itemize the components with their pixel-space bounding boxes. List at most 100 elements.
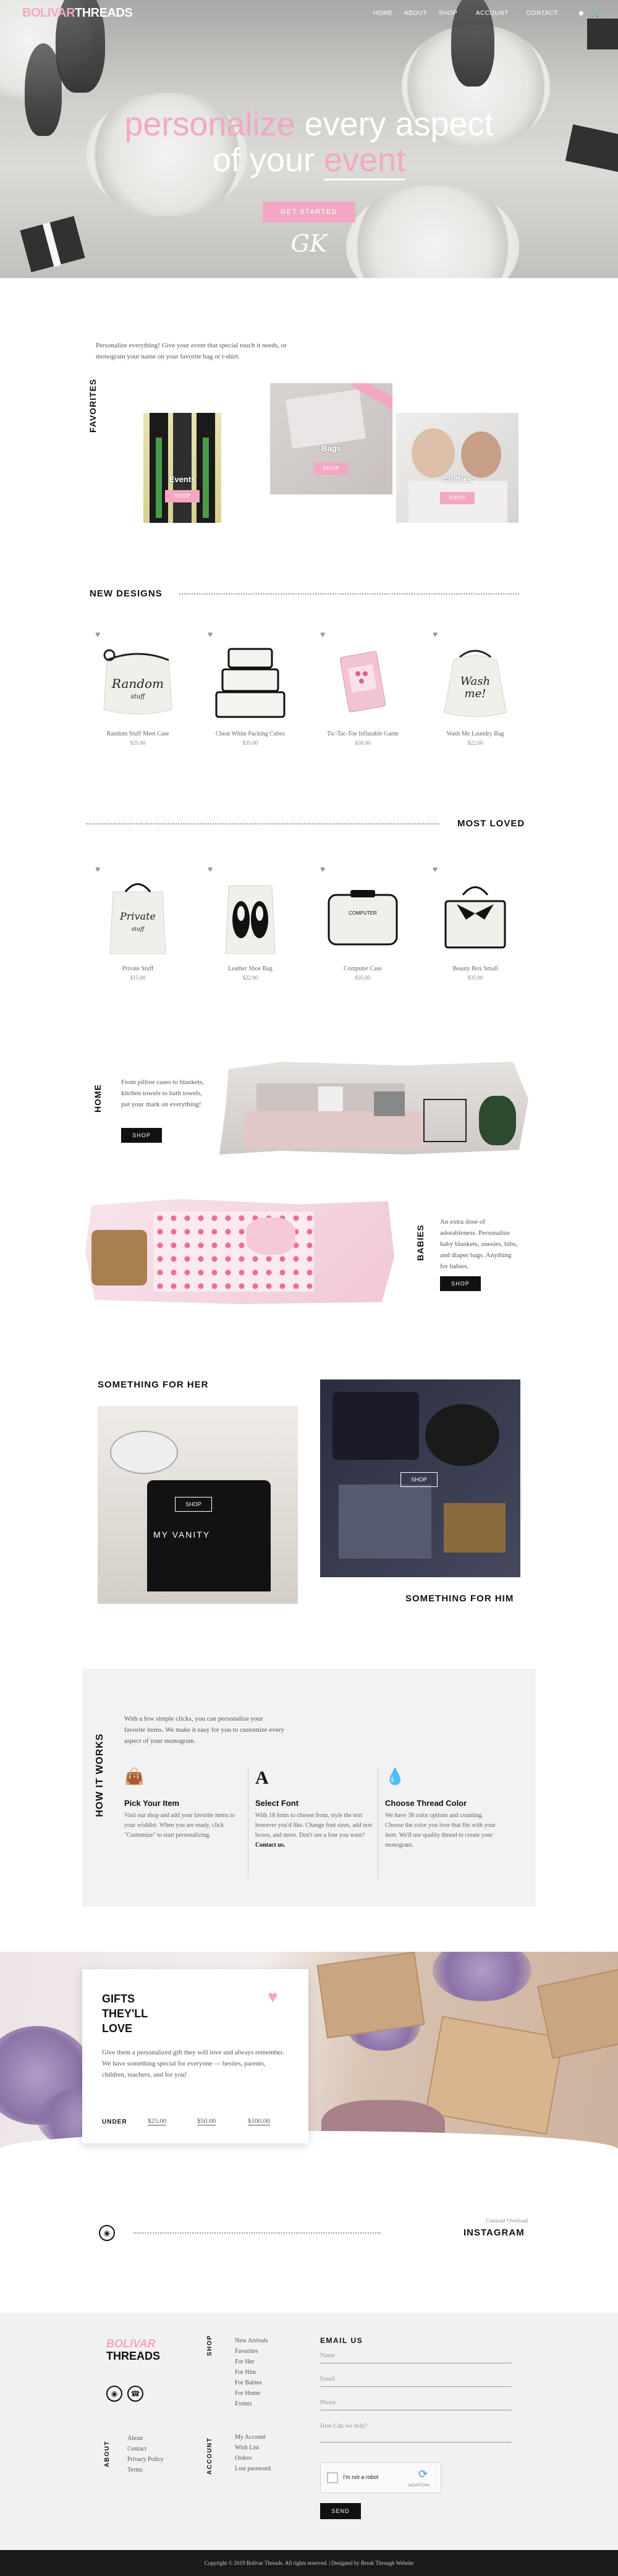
instagram-subtitle: Constant Overload (486, 2218, 528, 2224)
product-price: $25.00 (130, 740, 146, 746)
svg-text:Wash: Wash (460, 675, 491, 688)
email-heading: EMAIL US (320, 2336, 363, 2345)
clothes-shop-button[interactable]: SHOP (440, 492, 475, 504)
footer-link[interactable]: Favorites (235, 2348, 258, 2355)
copyright-bar: Copyright © 2019 Bolivar Threads. All ri… (0, 2550, 618, 2576)
step-text-body: With 18 fonts to choose from, style the … (255, 1812, 373, 1839)
product-image: Random stuff (103, 649, 172, 714)
footer-link[interactable]: Orders (235, 2455, 252, 2462)
step-text: We have 38 color options and counting. C… (385, 1812, 496, 1849)
heart-icon[interactable]: ♥ (208, 630, 213, 640)
heart-icon[interactable]: ♥ (208, 865, 213, 875)
email-field[interactable]: Email (320, 2373, 512, 2387)
footer-link[interactable]: My Account (235, 2434, 266, 2441)
him-image[interactable]: SHOP (320, 1379, 520, 1577)
nav-contact[interactable]: CONTACT (527, 10, 558, 17)
favorites-intro: Personalize everything! Give your event … (96, 342, 287, 360)
product-image (444, 886, 506, 949)
nav-home[interactable]: HOME (373, 10, 393, 17)
product-name: Cheat White Packing Cubes (215, 731, 286, 737)
heart-icon[interactable]: ♥ (95, 865, 100, 875)
footer-link[interactable]: Contact (127, 2446, 146, 2452)
footer-link[interactable]: Wish List (235, 2444, 259, 2451)
recaptcha-logo-icon: ⟳ (418, 2468, 428, 2480)
how-intro: With a few simple clicks, you can person… (124, 1715, 284, 1745)
recaptcha-label: I'm not a robot (343, 2474, 379, 2480)
footer-link[interactable]: Lost password (235, 2465, 271, 2472)
name-field[interactable]: Name (320, 2350, 512, 2363)
footer-logo[interactable]: BOLIVAR THREADS (106, 2337, 160, 2362)
bags-shop-button[interactable]: SHOP (314, 462, 349, 475)
user-icon[interactable]: ☻ (577, 9, 585, 18)
home-shop-button[interactable]: SHOP (121, 1128, 162, 1143)
price-filter-link[interactable]: $100.00 (248, 2117, 270, 2125)
site-logo[interactable]: BOLIVARTHREADS (22, 6, 133, 20)
price-filter-link[interactable]: $25.00 (148, 2117, 167, 2125)
heart-icon[interactable]: ♥ (95, 630, 100, 640)
footer-link[interactable]: About (127, 2435, 143, 2442)
footer-link[interactable]: Terms (127, 2467, 143, 2473)
shop-heading: SHOP (206, 2334, 213, 2356)
phone-field[interactable]: Phone (320, 2397, 512, 2410)
logo-accent: THREADS (75, 6, 133, 20)
bags-card[interactable]: Bags SHOP (270, 383, 392, 494)
nav-shop[interactable]: SHOP (439, 10, 457, 17)
account-heading: ACCOUNT (206, 2437, 213, 2475)
contact-us-link[interactable]: Contact us. (255, 1842, 285, 1849)
product-price: $22.00 (467, 740, 483, 746)
recaptcha-checkbox[interactable] (327, 2472, 338, 2483)
footer-link[interactable]: New Arrivals (235, 2337, 268, 2344)
product-price: $15.00 (130, 975, 146, 981)
gifts-text: Give them a personalized gift they will … (102, 2049, 284, 2078)
heart-icon[interactable]: ♥ (320, 630, 325, 640)
cart-icon[interactable]: 🛒 (591, 8, 601, 18)
logo-main: BOLIVAR (22, 6, 75, 20)
hero-monogram: GK (290, 230, 328, 257)
message-field[interactable]: How Can we help? (320, 2420, 512, 2443)
events-label: Events (169, 475, 196, 484)
nav-account[interactable]: ACCOUNT (476, 10, 509, 17)
her-image[interactable]: MY VANITY SHOP (98, 1406, 298, 1604)
product-image (225, 885, 276, 954)
send-button[interactable]: SEND (320, 2503, 361, 2519)
clothes-card[interactable]: Clothes SHOP (396, 413, 519, 523)
hero-accent-word: personalize (124, 106, 295, 143)
heart-icon[interactable]: ♥ (433, 630, 438, 640)
him-shop-button[interactable]: SHOP (400, 1472, 438, 1487)
hero-headline-line1: personalize every aspect (0, 105, 618, 143)
events-shop-button[interactable]: SHOP (165, 490, 200, 502)
svg-text:Random: Random (111, 676, 164, 691)
instagram-icon[interactable]: ◉ (99, 2225, 115, 2241)
nav-about[interactable]: ABOUT (404, 10, 427, 17)
her-shop-button[interactable]: SHOP (175, 1497, 212, 1512)
footer-link[interactable]: For Him (235, 2369, 256, 2376)
babies-shop-button[interactable]: SHOP (440, 1276, 481, 1291)
recaptcha-widget: I'm not a robot ⟳ reCAPTCHA (320, 2462, 441, 2493)
gifts-title: GIFTS THEY'LL LOVE (102, 1991, 148, 2036)
product-image (339, 651, 386, 713)
footer-link[interactable]: For Babies (235, 2379, 262, 2386)
footer-link[interactable]: Events (235, 2400, 252, 2407)
events-card[interactable]: Events SHOP (143, 413, 221, 523)
product-name: Wash Me Laundry Bag (446, 731, 504, 737)
footer-link[interactable]: For Her (235, 2358, 254, 2365)
home-image (219, 1062, 528, 1155)
hero-line1-text: every aspect (295, 106, 494, 143)
footer-link[interactable]: Privacy Policy (127, 2456, 164, 2463)
footer-link[interactable]: For Home (235, 2390, 260, 2397)
footer-logo-main: BOLIVAR (106, 2337, 156, 2350)
gifts-title-line: LOVE (102, 2022, 133, 2035)
price-filter-link[interactable]: $50.00 (197, 2117, 216, 2125)
how-heading: HOW IT WORKS (95, 1733, 105, 1817)
favorites-heading: FAVORITES (88, 378, 98, 433)
how-it-works-section: HOW IT WORKS With a few simple clicks, y… (82, 1669, 536, 1907)
home-text: From pillow cases to blankets, kitchen t… (121, 1078, 205, 1108)
step-title: Pick Your Item (124, 1799, 180, 1808)
footer: BOLIVAR THREADS ◉ ☎ SHOP New Arrivals Fa… (0, 2313, 618, 2550)
get-started-button[interactable]: GET STARTED (263, 201, 355, 222)
babies-heading: BABIES (415, 1224, 425, 1261)
heart-icon[interactable]: ♥ (433, 865, 438, 875)
heart-icon[interactable]: ♥ (320, 865, 325, 875)
phone-icon[interactable]: ☎ (127, 2386, 143, 2402)
instagram-icon[interactable]: ◉ (106, 2386, 122, 2402)
